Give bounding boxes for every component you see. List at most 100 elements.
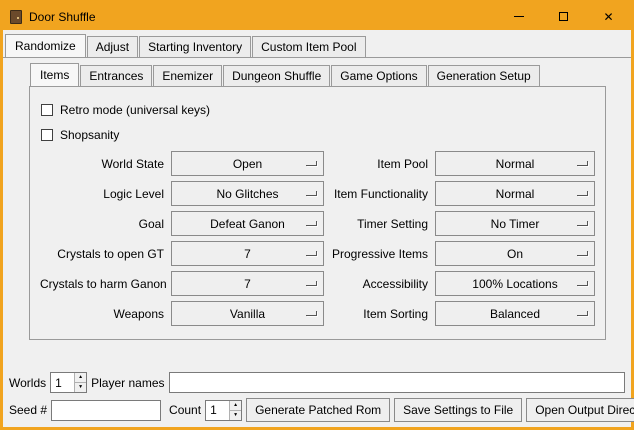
spin-down-icon[interactable]: ▼ [75, 382, 86, 392]
worlds-label: Worlds [9, 376, 46, 390]
shopsanity-checkbox[interactable]: Shopsanity [41, 126, 595, 143]
dropdown-indicator-icon [577, 281, 588, 286]
timer-setting-label: Timer Setting [331, 217, 428, 231]
shopsanity-label: Shopsanity [60, 128, 119, 142]
item-pool-value: Normal [496, 157, 535, 171]
world-state-dropdown[interactable]: Open [171, 151, 324, 176]
window-controls: ✕ [496, 3, 631, 30]
main-tab-bar: Randomize Adjust Starting Inventory Cust… [3, 30, 631, 58]
dropdown-indicator-icon [577, 161, 588, 166]
dropdown-indicator-icon [306, 191, 317, 196]
retro-mode-checkbox[interactable]: Retro mode (universal keys) [41, 101, 595, 118]
door-shuffle-window: Door Shuffle ✕ Randomize Adjust Starting… [0, 0, 634, 430]
item-functionality-value: Normal [496, 187, 535, 201]
player-names-input[interactable] [169, 372, 626, 393]
accessibility-dropdown[interactable]: 100% Locations [435, 271, 595, 296]
item-sorting-label: Item Sorting [331, 307, 428, 321]
logic-level-value: No Glitches [216, 187, 278, 201]
checkbox-icon [41, 129, 53, 141]
progressive-items-label: Progressive Items [331, 247, 428, 261]
item-sorting-value: Balanced [490, 307, 540, 321]
spin-up-icon[interactable]: ▲ [230, 401, 241, 410]
item-functionality-dropdown[interactable]: Normal [435, 181, 595, 206]
dropdown-indicator-icon [577, 311, 588, 316]
count-value: 1 [206, 401, 229, 420]
tab-dungeon-shuffle[interactable]: Dungeon Shuffle [223, 65, 330, 86]
items-tab-panel: Retro mode (universal keys) Shopsanity W… [29, 86, 606, 340]
bottom-panel: Worlds 1 ▲ ▼ Player names Seed # Count 1… [3, 367, 631, 427]
spin-down-icon[interactable]: ▼ [230, 410, 241, 420]
save-settings-button[interactable]: Save Settings to File [394, 398, 522, 422]
crystals-harm-ganon-value: 7 [244, 277, 251, 291]
item-pool-label: Item Pool [331, 157, 428, 171]
crystals-open-gt-dropdown[interactable]: 7 [171, 241, 324, 266]
tab-adjust[interactable]: Adjust [87, 36, 138, 57]
maximize-icon [559, 12, 568, 21]
seed-input[interactable] [51, 400, 161, 421]
progressive-items-value: On [507, 247, 523, 261]
worlds-value: 1 [51, 373, 74, 392]
dropdown-indicator-icon [306, 281, 317, 286]
crystals-open-gt-label: Crystals to open GT [40, 247, 164, 261]
tab-custom-item-pool[interactable]: Custom Item Pool [252, 36, 365, 57]
item-functionality-label: Item Functionality [331, 187, 428, 201]
count-spinner[interactable]: 1 ▲ ▼ [205, 400, 242, 421]
item-pool-dropdown[interactable]: Normal [435, 151, 595, 176]
generate-patched-rom-button[interactable]: Generate Patched Rom [246, 398, 390, 422]
tab-enemizer[interactable]: Enemizer [153, 65, 222, 86]
seed-label: Seed # [9, 403, 47, 417]
dropdown-indicator-icon [306, 311, 317, 316]
tab-generation-setup[interactable]: Generation Setup [428, 65, 540, 86]
world-state-label: World State [40, 157, 164, 171]
goal-label: Goal [40, 217, 164, 231]
minimize-icon [514, 16, 524, 17]
tab-entrances[interactable]: Entrances [80, 65, 152, 86]
dropdown-indicator-icon [306, 161, 317, 166]
timer-setting-dropdown[interactable]: No Timer [435, 211, 595, 236]
tab-game-options[interactable]: Game Options [331, 65, 426, 86]
count-label: Count [169, 403, 201, 417]
seed-row: Seed # Count 1 ▲ ▼ Generate Patched Rom … [9, 398, 625, 422]
logic-level-dropdown[interactable]: No Glitches [171, 181, 324, 206]
weapons-value: Vanilla [230, 307, 265, 321]
item-sorting-dropdown[interactable]: Balanced [435, 301, 595, 326]
dropdown-indicator-icon [306, 221, 317, 226]
logic-level-label: Logic Level [40, 187, 164, 201]
world-state-value: Open [233, 157, 262, 171]
dropdown-indicator-icon [577, 251, 588, 256]
retro-mode-label: Retro mode (universal keys) [60, 103, 210, 117]
tab-starting-inventory[interactable]: Starting Inventory [139, 36, 251, 57]
weapons-dropdown[interactable]: Vanilla [171, 301, 324, 326]
spin-up-icon[interactable]: ▲ [75, 373, 86, 382]
sub-tab-bar: Items Entrances Enemizer Dungeon Shuffle… [29, 63, 606, 86]
progressive-items-dropdown[interactable]: On [435, 241, 595, 266]
player-names-label: Player names [91, 376, 164, 390]
accessibility-label: Accessibility [331, 277, 428, 291]
checkbox-icon [41, 104, 53, 116]
maximize-button[interactable] [541, 3, 586, 30]
worlds-row: Worlds 1 ▲ ▼ Player names [9, 372, 625, 393]
dropdown-indicator-icon [577, 221, 588, 226]
tab-randomize[interactable]: Randomize [5, 34, 86, 57]
dropdown-indicator-icon [577, 191, 588, 196]
goal-value: Defeat Ganon [210, 217, 285, 231]
spinner-arrows: ▲ ▼ [229, 401, 241, 420]
goal-dropdown[interactable]: Defeat Ganon [171, 211, 324, 236]
app-icon [10, 10, 22, 24]
worlds-spinner[interactable]: 1 ▲ ▼ [50, 372, 87, 393]
titlebar[interactable]: Door Shuffle ✕ [3, 3, 631, 30]
dropdown-indicator-icon [306, 251, 317, 256]
close-button[interactable]: ✕ [586, 3, 631, 30]
randomize-notebook: Items Entrances Enemizer Dungeon Shuffle… [29, 63, 606, 340]
open-output-directory-button[interactable]: Open Output Directory [526, 398, 634, 422]
tab-items[interactable]: Items [30, 63, 79, 86]
crystals-harm-ganon-label: Crystals to harm Ganon [40, 277, 164, 291]
crystals-harm-ganon-dropdown[interactable]: 7 [171, 271, 324, 296]
timer-setting-value: No Timer [491, 217, 540, 231]
window-title: Door Shuffle [29, 10, 96, 24]
weapons-label: Weapons [40, 307, 164, 321]
settings-grid: World State Open Item Pool Normal Logic … [40, 151, 595, 326]
crystals-open-gt-value: 7 [244, 247, 251, 261]
close-icon: ✕ [603, 11, 613, 23]
minimize-button[interactable] [496, 3, 541, 30]
